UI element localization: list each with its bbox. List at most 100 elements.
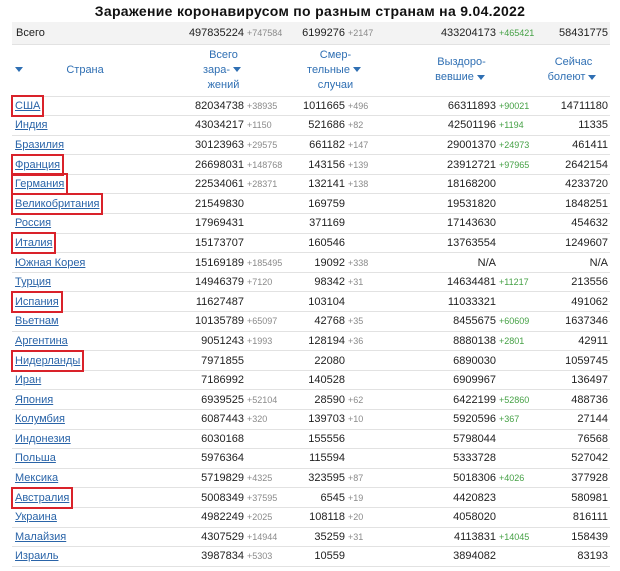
header-cases-line2[interactable]: зара-: [203, 64, 230, 76]
deaths-cell: 140528: [285, 370, 386, 391]
country-link[interactable]: Германия: [10, 173, 69, 196]
header-active[interactable]: Сейчас болеют: [537, 44, 610, 97]
cases-delta: +29575: [247, 139, 278, 150]
recovered-value: 6909967: [453, 374, 496, 387]
header-cases[interactable]: Всего зара- жений: [162, 44, 285, 97]
table-row: Вьетнам 10135789 +65097 42768 +35 8455675 +…: [12, 311, 610, 332]
country-link[interactable]: Бразилия: [14, 137, 65, 153]
deaths-cell: 28590 +62: [285, 389, 386, 410]
deaths-value: 1011665: [302, 99, 345, 112]
header-recovered[interactable]: Выздоро- вевшие: [386, 44, 537, 97]
header-deaths-line1[interactable]: Смер-: [320, 49, 351, 61]
country-link[interactable]: Россия: [14, 215, 52, 231]
table-row: Япония 6939525 +52104 28590 +62 6422199 +52…: [12, 389, 610, 410]
cases-delta: +320: [247, 414, 268, 425]
country-link[interactable]: Франция: [10, 153, 65, 176]
page-title: Заражение коронавирусом по разным страна…: [94, 3, 526, 19]
country-link[interactable]: Турция: [14, 274, 52, 290]
cases-cell: 30123963 +29575: [162, 135, 285, 156]
table-row: Мексика 5719829 +4325 323595 +87 5018306 +4…: [12, 468, 610, 489]
recovered-cell: 5920596 +367: [386, 409, 537, 430]
table-row: Нидерланды 7971855 22080 6890030 1059745: [10, 349, 610, 372]
cases-cell: 4982249 +2025: [162, 507, 285, 528]
sort-arrow-down-icon[interactable]: [15, 67, 23, 73]
cases-value: 43034217: [195, 119, 244, 132]
cases-cell: 21549830: [162, 193, 285, 215]
sort-arrow-down-icon[interactable]: [233, 67, 242, 73]
deaths-value: 521686: [308, 119, 345, 132]
header-country[interactable]: Страна: [12, 44, 162, 97]
country-cell: Израиль: [12, 546, 162, 567]
country-cell: Иран: [12, 370, 162, 391]
header-active-line2[interactable]: болеют: [548, 71, 586, 83]
country-link[interactable]: Польша: [14, 450, 57, 466]
cases-delta: +1150: [247, 120, 272, 131]
country-link[interactable]: Колумбия: [14, 411, 66, 427]
country-cell: Франция: [10, 153, 162, 176]
country-link[interactable]: Великобритания: [10, 192, 104, 215]
country-link[interactable]: США: [10, 94, 45, 117]
cases-cell: 26698031 +148768: [162, 154, 285, 175]
country-link[interactable]: Иран: [14, 372, 42, 388]
header-country-label[interactable]: Страна: [29, 63, 141, 78]
country-link[interactable]: Вьетнам: [14, 313, 60, 329]
country-link[interactable]: Украина: [14, 509, 58, 525]
recovered-cell: 6422199 +52860: [386, 389, 537, 410]
country-link[interactable]: Италия: [10, 231, 57, 254]
country-link[interactable]: Индия: [14, 117, 49, 133]
header-cases-line3[interactable]: жений: [208, 79, 240, 91]
sort-arrow-down-icon[interactable]: [588, 74, 597, 80]
country-link[interactable]: Нидерланды: [10, 349, 85, 372]
active-value: 76568: [537, 429, 610, 450]
recovered-cell: 6890030: [386, 350, 537, 371]
header-recovered-line1[interactable]: Выздоро-: [437, 56, 485, 68]
total-label: Всего: [12, 22, 162, 45]
country-link[interactable]: Аргентина: [14, 333, 69, 349]
recovered-value: 29001370: [447, 138, 496, 151]
recovered-cell: 5333728: [386, 448, 537, 469]
header-deaths[interactable]: Смер- тельные случаи: [285, 44, 386, 97]
header-cases-line1[interactable]: Всего: [209, 49, 238, 61]
deaths-value: 128194: [308, 334, 345, 347]
total-deaths: 6199276: [302, 26, 345, 39]
cases-delta: +5303: [247, 551, 273, 562]
country-link[interactable]: Израиль: [14, 548, 59, 564]
deaths-value: 160546: [308, 236, 345, 249]
recovered-value: 5798044: [453, 432, 496, 445]
country-link[interactable]: Малайзия: [14, 529, 67, 545]
total-cases: 497835224: [188, 26, 244, 39]
country-link[interactable]: Южная Корея: [14, 255, 86, 271]
country-link[interactable]: Австралия: [10, 486, 74, 509]
country-link[interactable]: Индонезия: [14, 431, 72, 447]
cases-cell: 14946379 +7120: [162, 272, 285, 293]
deaths-value: 103104: [308, 295, 345, 308]
deaths-cell: 128194 +36: [285, 331, 386, 352]
deaths-value: 28590: [314, 393, 345, 406]
deaths-cell: 155556: [285, 429, 386, 450]
deaths-cell: 108118 +20: [285, 507, 386, 528]
active-value: 488736: [537, 389, 610, 410]
deaths-value: 22080: [314, 354, 345, 367]
header-recovered-line2[interactable]: вевшие: [435, 71, 474, 83]
country-link[interactable]: Япония: [14, 392, 54, 408]
sort-arrow-down-icon[interactable]: [352, 67, 361, 73]
recovered-value: 23912721: [447, 158, 496, 171]
covid-table: Всего 497835224 +747584 6199276 +2147 4332…: [10, 22, 610, 567]
header-deaths-line2[interactable]: тельные: [307, 64, 350, 76]
table-row: Германия 22534061 +28371 132141 +138 18168…: [10, 173, 610, 196]
cases-cell: 82034738 +38935: [162, 96, 285, 117]
active-value: 816111: [537, 507, 610, 528]
deaths-delta: +20: [348, 512, 364, 523]
header-deaths-line3[interactable]: случаи: [318, 79, 353, 91]
recovered-value: 8880138: [453, 334, 496, 347]
cases-cell: 15169189 +185495: [162, 252, 285, 273]
sort-arrow-down-icon[interactable]: [476, 74, 485, 80]
country-link[interactable]: Испания: [11, 290, 63, 313]
deaths-cell: 661182 +147: [285, 135, 386, 156]
country-link[interactable]: Мексика: [14, 470, 59, 486]
cases-cell: 5976364: [162, 448, 285, 469]
header-active-line1[interactable]: Сейчас: [555, 56, 593, 68]
recovered-value: 13763554: [447, 236, 496, 249]
country-cell: Россия: [12, 213, 162, 234]
country-cell: Италия: [10, 231, 162, 254]
